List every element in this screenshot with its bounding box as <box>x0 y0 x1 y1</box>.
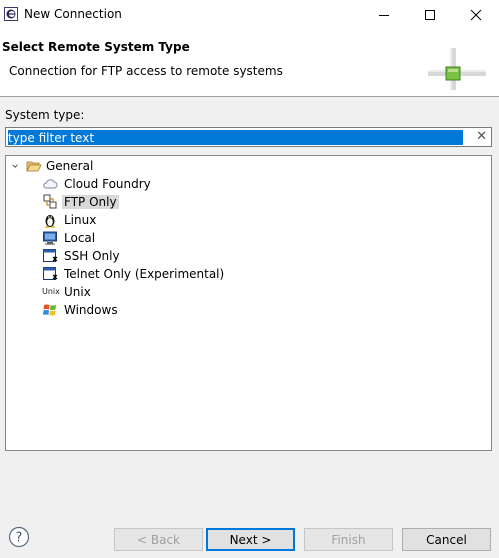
svg-text:?: ? <box>16 531 23 546</box>
ftp-icon <box>43 194 57 209</box>
tree-item-label: Linux <box>64 213 97 227</box>
title-bar: New Connection <box>0 0 499 30</box>
tree-item-label: Cloud Foundry <box>64 177 151 191</box>
eclipse-app-icon <box>4 7 18 21</box>
monitor-icon <box>43 231 57 245</box>
tree-item-label: Windows <box>64 303 118 317</box>
cloud-icon <box>43 179 58 189</box>
system-type-tree[interactable]: General Cloud Foundry FTP Only Linux Loc… <box>5 155 492 451</box>
tree-item-telnet-only[interactable]: Telnet Only (Experimental) <box>42 265 226 283</box>
minimize-icon <box>379 15 389 16</box>
help-icon[interactable]: ? <box>8 526 30 548</box>
ssh-terminal-icon <box>43 249 58 262</box>
tree-item-label: Unix <box>64 285 91 299</box>
tree-item-windows[interactable]: Windows <box>42 301 120 319</box>
window-title: New Connection <box>24 7 122 21</box>
tree-item-label: Local <box>64 231 96 245</box>
back-button[interactable]: < Back <box>114 528 203 551</box>
tree-item-label: General <box>46 159 94 173</box>
folder-open-icon <box>26 161 42 172</box>
minimize-button[interactable] <box>361 0 407 30</box>
system-type-label: System type: <box>5 108 85 122</box>
wizard-banner: Select Remote System Type Connection for… <box>0 30 499 97</box>
maximize-icon <box>425 10 435 20</box>
tree-item-cloud-foundry[interactable]: Cloud Foundry <box>42 175 153 193</box>
tree-item-unix[interactable]: Unix Unix <box>42 283 93 301</box>
tree-item-local[interactable]: Local <box>42 229 97 247</box>
windows-flag-icon <box>43 304 56 316</box>
page-title: Select Remote System Type <box>2 40 190 54</box>
filter-field[interactable]: ✕ <box>5 127 492 147</box>
tree-item-general[interactable]: General <box>12 157 95 175</box>
filter-input[interactable] <box>8 130 463 145</box>
clear-filter-icon[interactable]: ✕ <box>476 129 487 144</box>
maximize-button[interactable] <box>407 0 453 30</box>
close-icon <box>470 9 482 21</box>
tree-item-ftp-only[interactable]: FTP Only <box>42 193 119 211</box>
cancel-button[interactable]: Cancel <box>402 528 491 551</box>
linux-penguin-icon <box>45 215 55 228</box>
network-connection-icon <box>428 48 486 90</box>
tree-item-label: FTP Only <box>62 195 119 209</box>
next-button[interactable]: Next > <box>206 528 295 551</box>
chevron-down-icon[interactable] <box>12 158 22 174</box>
unix-icon: Unix <box>42 287 60 296</box>
tree-item-ssh-only[interactable]: SSH Only <box>42 247 122 265</box>
tree-item-label: Telnet Only (Experimental) <box>64 267 225 281</box>
finish-button[interactable]: Finish <box>304 528 393 551</box>
tree-item-label: SSH Only <box>64 249 120 263</box>
tree-item-linux[interactable]: Linux <box>42 211 98 229</box>
close-button[interactable] <box>453 0 499 30</box>
telnet-terminal-icon <box>43 267 58 280</box>
page-description: Connection for FTP access to remote syst… <box>9 64 283 78</box>
